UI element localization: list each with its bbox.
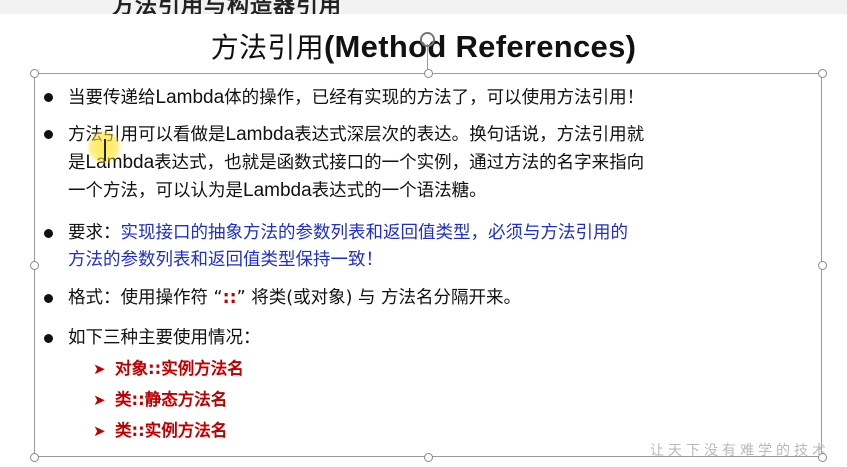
previous-slide-title: 方法引用与构造器引用 — [112, 0, 343, 14]
text-run: 当要传递给 — [68, 88, 156, 108]
resize-handle-bottom-left[interactable] — [30, 453, 39, 462]
text-run: 要求： — [68, 223, 121, 243]
watermark: 让天下没有难学的技术 — [650, 443, 830, 459]
bullet-1-text[interactable]: 当要传递给Lambda体的操作，已经有实现的方法了，可以使用方法引用！ — [68, 84, 808, 112]
bullet-5-text[interactable]: 如下三种主要使用情况： — [68, 325, 808, 352]
resize-handle-top-center[interactable] — [424, 69, 433, 78]
text-run: 表达式，也就是函数式接口的一个实例，通过方法的名字来指向 — [154, 153, 645, 173]
text-run: 表达式深层次的表达。换句话说，方法引用就 — [294, 125, 645, 145]
arrow-bullet-icon: ➤ — [93, 360, 106, 378]
text-run-blue: 方法的参数列表和返回值类型保持一致！ — [68, 250, 383, 270]
bullet-3-text[interactable]: 要求：实现接口的抽象方法的参数列表和返回值类型，必须与方法引用的 方法的参数列表… — [68, 220, 808, 274]
text-run: 体的操作，已经有实现的方法了，可以使用方法引用！ — [224, 88, 645, 108]
bullet-dot-2 — [44, 130, 53, 139]
bullet-4-text[interactable]: 格式：使用操作符 “::” 将类(或对象) 与 方法名分隔开来。 — [68, 285, 808, 312]
text-run-lambda: Lambda — [243, 180, 312, 201]
resize-handle-middle-left[interactable] — [30, 261, 39, 270]
case-item-1[interactable]: ➤ 对象::实例方法名 — [93, 357, 244, 381]
resize-handle-top-left[interactable] — [30, 69, 39, 78]
text-run: 一个方法，可以认为是 — [68, 181, 243, 201]
arrow-bullet-icon: ➤ — [93, 391, 106, 409]
bullet-dot-4 — [44, 294, 53, 303]
text-run-blue: 实现接口的抽象方法的参数列表和返回值类型，必须与方法引用的 — [120, 223, 629, 243]
case-label: 类::实例方法名 — [115, 421, 228, 440]
resize-handle-bottom-center[interactable] — [424, 453, 433, 462]
operator-text: :: — [222, 288, 237, 308]
case-label: 类::静态方法名 — [115, 390, 228, 409]
case-label: 对象::实例方法名 — [115, 359, 244, 378]
case-item-3[interactable]: ➤ 类::实例方法名 — [93, 419, 228, 443]
resize-handle-top-right[interactable] — [818, 69, 827, 78]
text-cursor-icon — [104, 139, 106, 161]
text-run: 是 — [68, 153, 86, 173]
text-run: ” 将类(或对象) 与 方法名分隔开来。 — [236, 288, 522, 308]
bullet-dot-3 — [44, 229, 53, 238]
bullet-dot-1 — [44, 93, 53, 102]
rotation-handle-icon[interactable] — [420, 32, 435, 47]
text-run: 格式：使用操作符 “ — [68, 288, 223, 308]
previous-slide-strip: 方法引用与构造器引用 — [0, 0, 847, 14]
text-run-lambda: Lambda — [225, 124, 295, 145]
text-run: 如下三种主要使用情况： — [68, 328, 261, 348]
bullet-dot-5 — [44, 334, 53, 343]
resize-handle-middle-right[interactable] — [818, 261, 827, 270]
title-chinese: 方法引用 — [210, 31, 324, 64]
title-english: (Method References) — [323, 29, 637, 64]
bullet-2-text[interactable]: 方法引用可以看做是Lambda表达式深层次的表达。换句话说，方法引用就 是Lam… — [68, 121, 808, 205]
arrow-bullet-icon: ➤ — [93, 422, 106, 440]
case-item-2[interactable]: ➤ 类::静态方法名 — [93, 388, 228, 412]
text-run: 表达式的一个语法糖。 — [311, 181, 487, 201]
text-run-lambda: Lambda — [155, 87, 225, 108]
